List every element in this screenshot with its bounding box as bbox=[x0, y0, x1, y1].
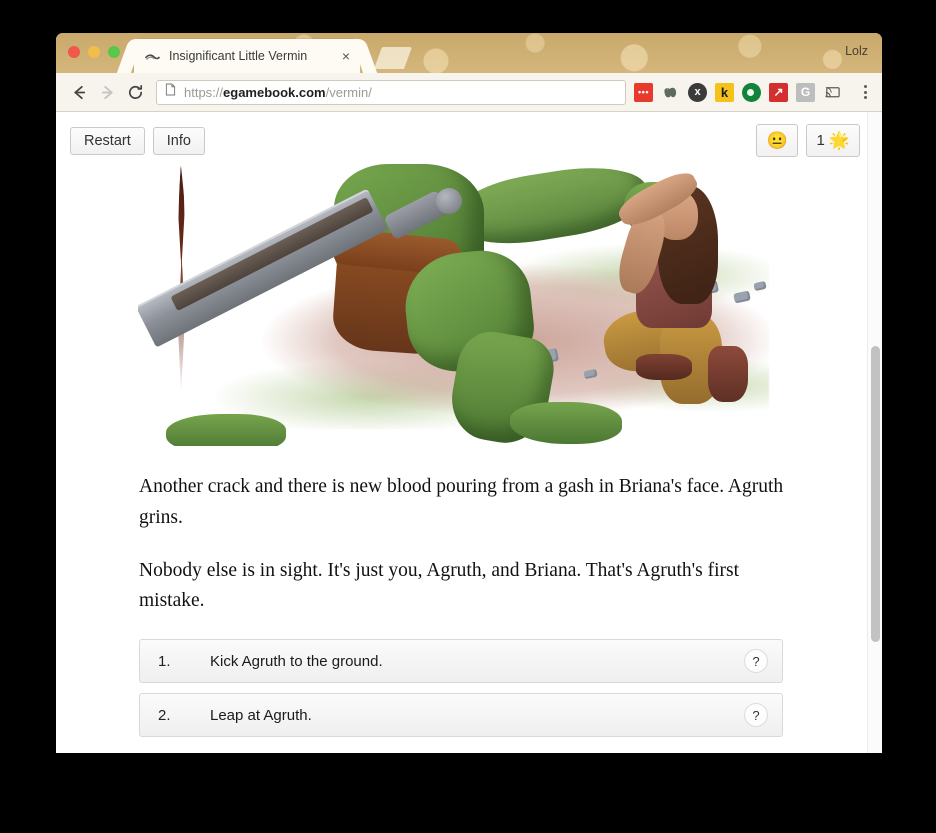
restart-button[interactable]: Restart bbox=[70, 126, 145, 155]
choice-label: Kick Agruth to the ground. bbox=[210, 652, 383, 670]
forward-button[interactable] bbox=[94, 79, 120, 105]
page-content: Another crack and there is new blood pou… bbox=[56, 164, 882, 738]
scrollbar-thumb[interactable] bbox=[871, 346, 880, 642]
browser-toolbar: https://egamebook.com/vermin/ ••• x k ↗ … bbox=[56, 73, 882, 112]
cast-extension-icon[interactable] bbox=[823, 83, 842, 102]
points-badge[interactable]: 1 🌟 bbox=[806, 124, 860, 157]
woman-boot-left bbox=[636, 354, 692, 380]
window-traffic-lights bbox=[68, 46, 120, 58]
book-swoosh-icon bbox=[144, 48, 161, 65]
url-host: egamebook.com bbox=[223, 84, 326, 100]
orc-left-foot bbox=[166, 414, 286, 446]
green-circle-extension-icon[interactable] bbox=[742, 82, 761, 102]
red-arrow-extension-icon[interactable]: ↗ bbox=[769, 82, 788, 102]
sword-pommel bbox=[436, 188, 462, 214]
url-text: https://egamebook.com/vermin/ bbox=[184, 85, 372, 100]
tab-strip: Insignificant Little Vermin × Lolz bbox=[56, 33, 882, 73]
red-dots-extension-icon[interactable]: ••• bbox=[634, 82, 653, 102]
browser-tab-active[interactable]: Insignificant Little Vermin × bbox=[134, 39, 360, 73]
browser-window: Insignificant Little Vermin × Lolz https… bbox=[56, 33, 882, 753]
kindle-k-extension-icon[interactable]: k bbox=[715, 82, 734, 102]
page-viewport: Restart Info 😐 1 🌟 Another crack and the… bbox=[56, 112, 882, 753]
close-tab-icon[interactable]: × bbox=[338, 48, 354, 64]
woman-boot-right bbox=[708, 346, 748, 402]
battle-scene-illustration bbox=[138, 164, 782, 446]
mood-button[interactable]: 😐 bbox=[756, 124, 799, 157]
page-scrollbar[interactable] bbox=[867, 112, 882, 753]
dark-x-extension-icon[interactable]: x bbox=[688, 82, 707, 102]
points-value: 1 bbox=[816, 132, 825, 149]
choice-help-icon[interactable]: ? bbox=[744, 703, 768, 728]
google-g-extension-icon[interactable]: G bbox=[796, 82, 815, 102]
url-scheme: https:// bbox=[184, 84, 224, 100]
extension-icons: ••• x k ↗ G bbox=[634, 82, 874, 102]
choice-help-icon[interactable]: ? bbox=[744, 649, 768, 674]
new-tab-button[interactable] bbox=[373, 47, 413, 69]
minimize-window-button[interactable] bbox=[88, 46, 100, 58]
story-paragraph: Another crack and there is new blood pou… bbox=[139, 476, 784, 528]
choice-option[interactable]: 1. Kick Agruth to the ground. ? bbox=[139, 639, 783, 684]
reload-button[interactable] bbox=[122, 79, 148, 105]
maximize-window-button[interactable] bbox=[108, 46, 120, 58]
orc-right-foot bbox=[510, 402, 622, 444]
story-paragraph: Nobody else is in sight. It's just you, … bbox=[139, 559, 740, 612]
back-button[interactable] bbox=[66, 79, 92, 105]
choice-number: 2. bbox=[158, 706, 171, 724]
close-window-button[interactable] bbox=[68, 46, 80, 58]
document-icon bbox=[165, 83, 177, 101]
chrome-menu-icon[interactable] bbox=[856, 85, 874, 99]
blood-streak bbox=[178, 164, 185, 394]
choice-label: Leap at Agruth. bbox=[210, 706, 312, 724]
star-icon: 🌟 bbox=[828, 131, 850, 150]
info-button[interactable]: Info bbox=[152, 126, 205, 155]
browser-profile-name[interactable]: Lolz bbox=[845, 44, 868, 58]
url-bar[interactable]: https://egamebook.com/vermin/ bbox=[156, 79, 626, 105]
neutral-face-icon: 😐 bbox=[766, 131, 789, 150]
choice-list: 1. Kick Agruth to the ground. ? 2. Leap … bbox=[139, 639, 824, 738]
game-toolbar: Restart Info 😐 1 🌟 bbox=[56, 112, 882, 164]
egamebook-page: Restart Info 😐 1 🌟 Another crack and the… bbox=[56, 112, 882, 753]
browser-tab-title: Insignificant Little Vermin bbox=[169, 49, 308, 63]
url-path: /vermin/ bbox=[325, 84, 372, 100]
evernote-extension-icon[interactable] bbox=[661, 83, 680, 102]
choice-option[interactable]: 2. Leap at Agruth. ? bbox=[139, 693, 783, 738]
choice-number: 1. bbox=[158, 652, 171, 670]
